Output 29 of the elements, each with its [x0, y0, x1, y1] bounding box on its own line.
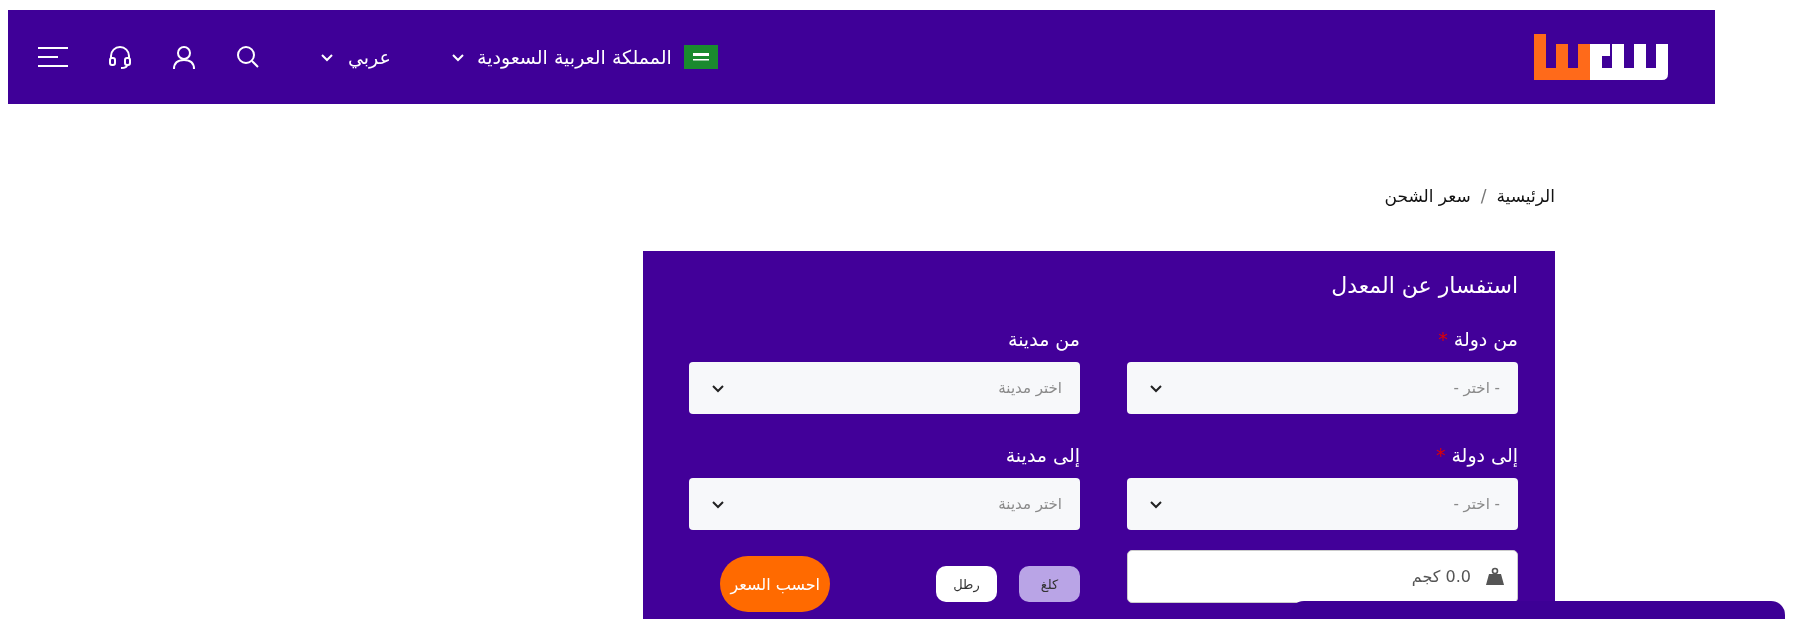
chevron-down-icon: [711, 499, 725, 509]
form-title: استفسار عن المعدل: [1330, 273, 1518, 298]
breadcrumb-item: سعر الشحن: [1384, 186, 1471, 206]
headset-icon[interactable]: [108, 45, 132, 69]
flag-icon: [683, 45, 718, 69]
field-label: من دولة *: [1438, 328, 1518, 350]
country-selector[interactable]: المملكة العربية السعودية: [476, 46, 672, 68]
language-selector[interactable]: عربي: [348, 46, 391, 68]
dropdown[interactable]: اختر مدينة: [689, 478, 1080, 530]
search-icon[interactable]: [236, 45, 260, 69]
chevron-down-icon: [1149, 499, 1163, 509]
dropdown[interactable]: - اختر -: [1127, 478, 1518, 530]
breadcrumb-separator: /: [1480, 186, 1487, 206]
breadcrumb-item[interactable]: الرئيسية: [1496, 186, 1555, 206]
dropdown[interactable]: اختر مدينة: [689, 362, 1080, 414]
user-icon[interactable]: [172, 45, 196, 69]
field-label: من مدينة: [1007, 328, 1080, 350]
dropdown[interactable]: - اختر -: [1127, 362, 1518, 414]
weight-field[interactable]: 0.0 كجم: [1127, 550, 1518, 603]
unit-toggle[interactable]: كلغ: [1019, 566, 1080, 602]
chevron-down-icon: [711, 383, 725, 393]
field-label: إلى مدينة: [1005, 444, 1080, 466]
weight-icon: [1486, 567, 1504, 585]
field-label: إلى دولة *: [1435, 444, 1518, 466]
chevron-down-icon: [1149, 383, 1163, 393]
unit-toggle[interactable]: رطل: [936, 566, 997, 602]
chevron-down-icon: [320, 52, 334, 62]
chevron-down-icon: [450, 52, 465, 62]
menu-icon[interactable]: [38, 46, 68, 68]
